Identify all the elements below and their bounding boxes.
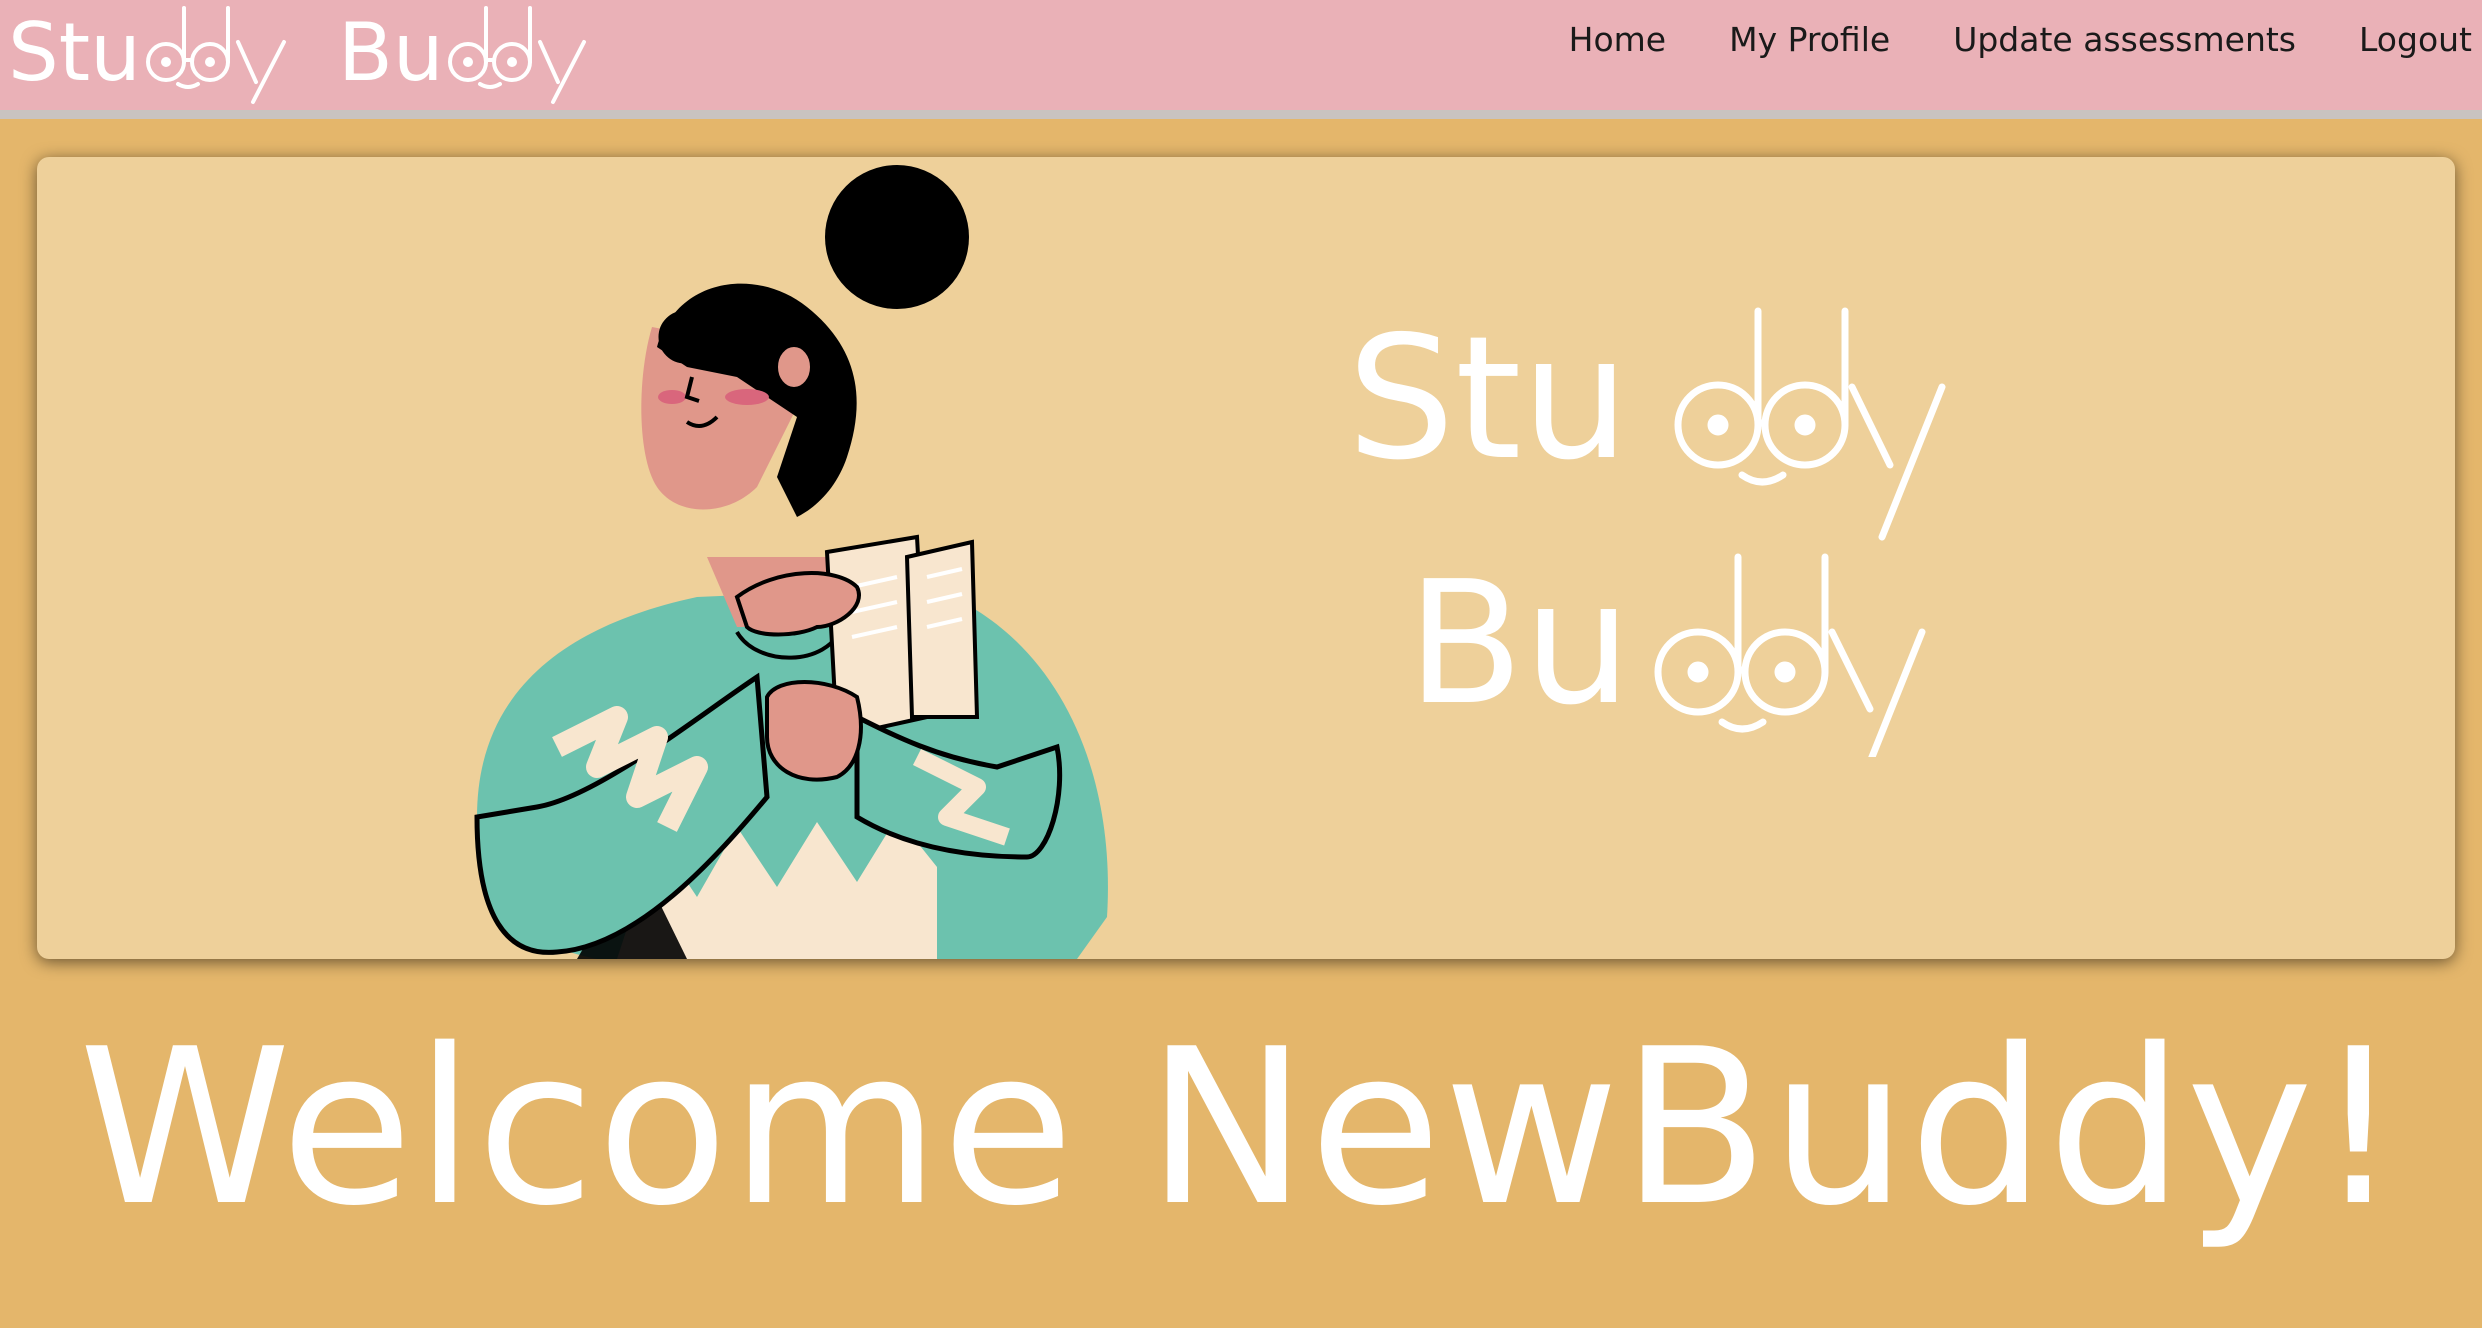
nav-home-link[interactable]: Home	[1569, 20, 1666, 59]
nav-links: Home My Profile Update assessments Logou…	[1506, 14, 2472, 64]
svg-text:Stu: Stu	[8, 6, 141, 99]
navbar-logo[interactable]: Stu Bu	[8, 2, 588, 107]
studdy-buddy-logo-icon: Stu Bu	[8, 6, 586, 104]
svg-text:Bu: Bu	[1407, 545, 1631, 743]
navbar: Stu Bu Home My Profile Update assessment…	[0, 0, 2482, 119]
nav-update-assessments-link[interactable]: Update assessments	[1953, 20, 2296, 59]
banner-studdy-buddy-logo-icon: Stu Bu	[1347, 300, 1946, 757]
woman-holding-papers-illustration-icon	[474, 165, 1108, 959]
svg-text:Stu: Stu	[1347, 300, 1629, 498]
svg-text:Bu: Bu	[338, 6, 444, 99]
nav-my-profile-link[interactable]: My Profile	[1729, 20, 1890, 59]
welcome-heading: Welcome NewBuddy!	[78, 1002, 2404, 1253]
hero-banner: Stu Bu	[37, 157, 2455, 959]
nav-logout-link[interactable]: Logout	[2359, 20, 2472, 59]
